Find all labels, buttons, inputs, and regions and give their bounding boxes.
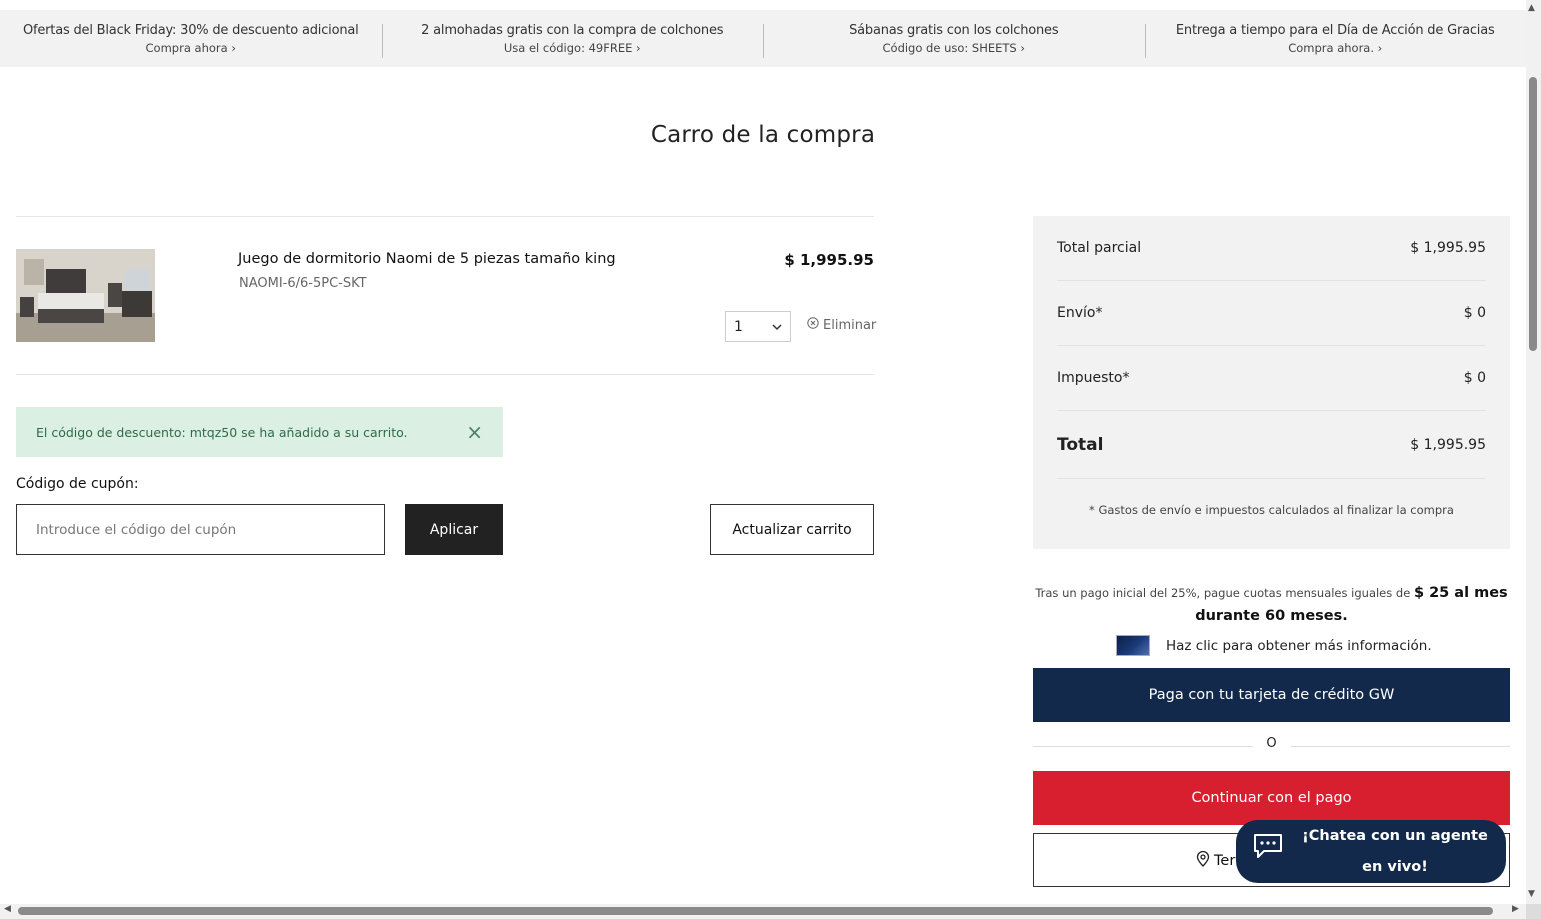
store-button-label: Ter — [1214, 853, 1236, 869]
summary-row-total: Total $ 1,995.95 — [1057, 411, 1486, 479]
promo-item-sheets[interactable]: Sábanas gratis con los colchones Código … — [763, 22, 1145, 58]
horizontal-scrollbar-thumb[interactable] — [18, 907, 1493, 915]
credit-card-image — [1116, 635, 1150, 656]
summary-label: Impuesto* — [1057, 370, 1130, 386]
divider — [16, 374, 874, 375]
location-pin-icon — [1196, 850, 1210, 871]
total-label: Total — [1057, 434, 1104, 455]
chat-bubble-icon — [1252, 832, 1284, 872]
alert-message: El código de descuento: mtqz50 se ha aña… — [36, 424, 408, 440]
remove-label: Eliminar — [823, 317, 877, 333]
promo-title: Entrega a tiempo para el Día de Acción d… — [1175, 22, 1495, 38]
quantity-select[interactable]: 1 — [725, 311, 791, 342]
scroll-down-arrow-icon[interactable]: ▼ — [1528, 889, 1535, 899]
live-chat-button[interactable]: ¡Chatea con un agente en vivo! — [1236, 820, 1506, 883]
checkout-button[interactable]: Continuar con el pago — [1033, 771, 1510, 825]
chevron-right-icon: › — [1377, 40, 1383, 55]
or-divider: O — [1033, 736, 1510, 756]
financing-term: durante 60 meses. — [1195, 608, 1348, 624]
total-value: $ 1,995.95 — [1410, 436, 1486, 453]
chevron-right-icon: › — [231, 40, 236, 55]
promo-link[interactable]: Compra ahora. › — [1145, 40, 1527, 56]
summary-label: Envío* — [1057, 305, 1103, 321]
update-cart-button[interactable]: Actualizar carrito — [710, 504, 874, 555]
product-price: $ 1,995.95 — [784, 251, 874, 269]
summary-label: Total parcial — [1057, 240, 1142, 256]
scroll-up-arrow-icon[interactable]: ▲ — [1528, 3, 1535, 13]
remove-circle-icon — [807, 317, 819, 333]
chevron-down-icon — [772, 319, 782, 335]
financing-amount: $ 25 al mes — [1413, 585, 1508, 601]
summary-value: $ 1,995.95 — [1410, 240, 1486, 256]
chat-label: ¡Chatea con un agente en vivo! — [1302, 827, 1488, 875]
summary-row-shipping: Envío* $ 0 — [1057, 281, 1486, 346]
vertical-scrollbar-thumb[interactable] — [1529, 77, 1537, 351]
financing-text: Tras un pago inicial del 25%, pague cuot… — [1033, 582, 1510, 628]
summary-row-subtotal: Total parcial $ 1,995.95 — [1057, 216, 1486, 281]
product-name[interactable]: Juego de dormitorio Naomi de 5 piezas ta… — [238, 251, 616, 267]
product-sku: NAOMI-6/6-5PC-SKT — [239, 276, 367, 291]
promo-item-thanksgiving[interactable]: Entrega a tiempo para el Día de Acción d… — [1144, 22, 1527, 58]
summary-value: $ 0 — [1463, 305, 1486, 321]
scrollbar-corner — [1526, 904, 1541, 919]
promo-item-black-friday[interactable]: Ofertas del Black Friday: 30% de descuen… — [0, 22, 382, 56]
financing-info-label: Haz clic para obtener más información. — [1166, 637, 1432, 654]
discount-alert: El código de descuento: mtqz50 se ha aña… — [16, 407, 503, 457]
promo-link[interactable]: Usa el código: 49FREE › — [382, 40, 764, 56]
remove-item-button[interactable]: Eliminar — [807, 317, 876, 333]
gw-credit-card-button[interactable]: Paga con tu tarjeta de crédito GW — [1033, 668, 1510, 722]
summary-row-tax: Impuesto* $ 0 — [1057, 346, 1486, 411]
apply-coupon-button[interactable]: Aplicar — [405, 504, 503, 555]
financing-description: Tras un pago inicial del 25%, pague cuot… — [1035, 586, 1411, 600]
close-icon[interactable]: × — [466, 420, 483, 444]
financing-info-link[interactable]: Haz clic para obtener más información. — [1116, 635, 1432, 656]
summary-note: * Gastos de envío e impuestos calculados… — [1089, 503, 1454, 517]
coupon-label: Código de cupón: — [16, 476, 139, 492]
divider — [16, 216, 874, 217]
page-title: Carro de la compra — [650, 122, 876, 148]
product-image[interactable] — [16, 249, 155, 342]
promo-bar: Ofertas del Black Friday: 30% de descuen… — [0, 10, 1526, 67]
promo-title: 2 almohadas gratis con la compra de colc… — [421, 22, 724, 38]
chevron-right-icon: › — [636, 40, 641, 55]
promo-title: Ofertas del Black Friday: 30% de descuen… — [22, 22, 359, 38]
scroll-right-arrow-icon[interactable]: ▶ — [1512, 904, 1519, 914]
scroll-left-arrow-icon[interactable]: ◀ — [4, 904, 11, 914]
promo-link[interactable]: Código de uso: SHEETS › — [763, 40, 1145, 56]
promo-item-pillows[interactable]: 2 almohadas gratis con la compra de colc… — [381, 22, 764, 58]
or-text: O — [1252, 736, 1291, 751]
summary-value: $ 0 — [1463, 370, 1486, 386]
order-summary: Total parcial $ 1,995.95 Envío* $ 0 Impu… — [1033, 216, 1510, 549]
promo-link[interactable]: Compra ahora › — [0, 40, 382, 56]
coupon-input[interactable] — [16, 504, 385, 555]
promo-title: Sábanas gratis con los colchones — [849, 22, 1059, 38]
chevron-right-icon: › — [1020, 40, 1025, 55]
quantity-value: 1 — [734, 318, 743, 335]
